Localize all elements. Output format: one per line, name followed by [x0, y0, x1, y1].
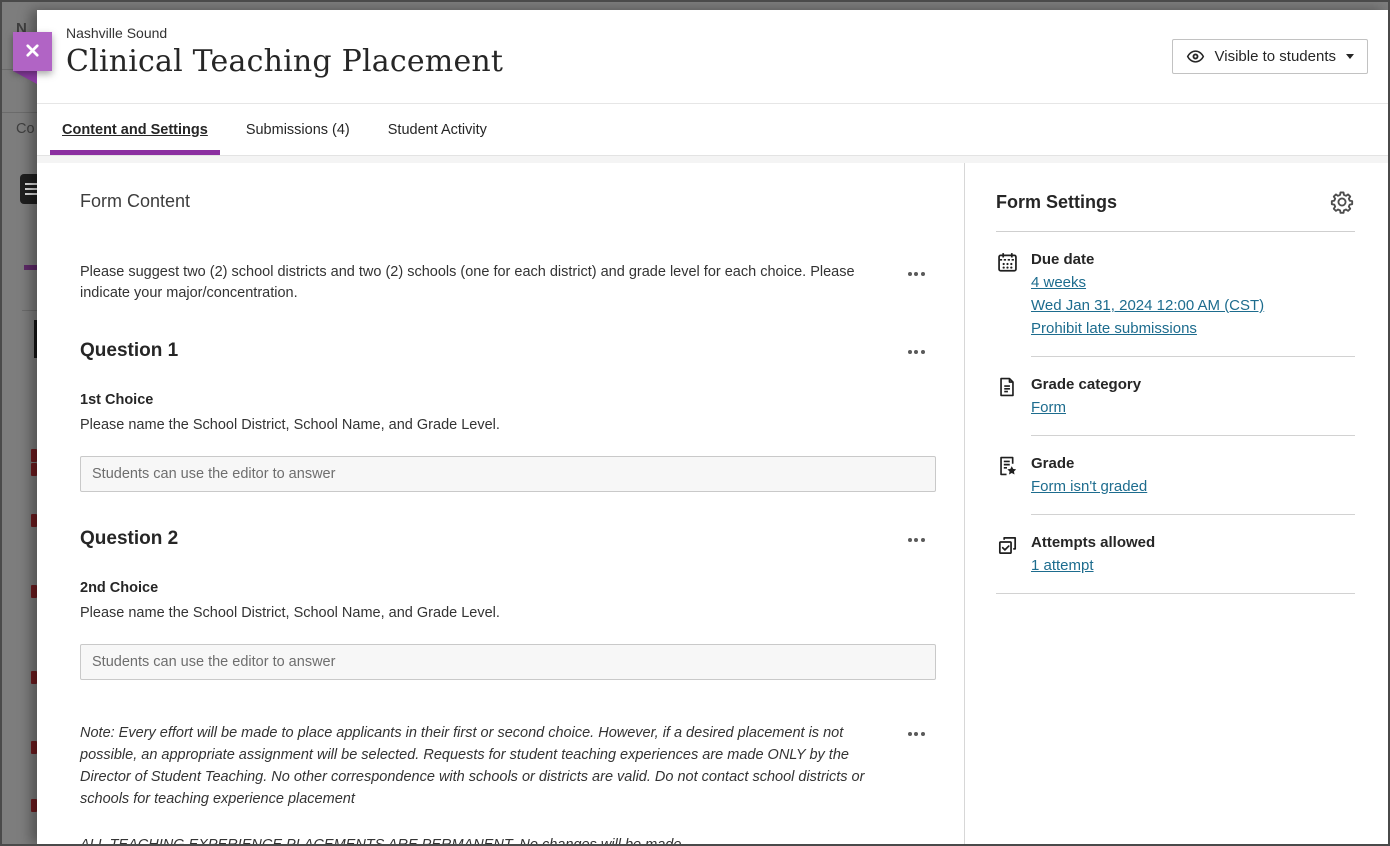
note-footer-text: ALL TEACHING EXPERIENCE PLACEMENTS ARE P… — [80, 834, 874, 844]
background-divider — [2, 112, 37, 113]
screen: N Co Nashville Sound Clinical Teaching P… — [0, 0, 1390, 846]
tab-submissions[interactable]: Submissions (4) — [234, 104, 362, 155]
question-1-answer-editor[interactable] — [80, 456, 936, 492]
question-2-header: Question 2 — [80, 528, 936, 550]
calendar-icon — [996, 250, 1031, 279]
due-date-label: Due date — [1031, 251, 1095, 268]
close-button-ribbon-fold — [13, 71, 37, 84]
tab-bar: Content and Settings Submissions (4) Stu… — [37, 104, 1388, 156]
attempts-allowed-link[interactable]: 1 attempt — [1031, 556, 1094, 575]
due-date-relative-link[interactable]: 4 weeks — [1031, 273, 1086, 292]
question-1-description: Please name the School District, School … — [80, 417, 500, 433]
note-options-button[interactable] — [896, 724, 936, 744]
gear-icon — [1329, 191, 1355, 218]
visibility-label: Visible to students — [1214, 48, 1336, 65]
form-settings-title: Form Settings — [996, 191, 1118, 212]
grade-category-link[interactable]: Form — [1031, 398, 1066, 417]
question-2-description: Please name the School District, School … — [80, 605, 500, 621]
background-nav-fragment: Co — [16, 121, 35, 137]
setting-due-date: Due date 4 weeks Wed Jan 31, 2024 12:00 … — [996, 232, 1355, 357]
panel-header: Nashville Sound Clinical Teaching Placem… — [37, 10, 1388, 104]
question-1-header: Question 1 — [80, 340, 936, 362]
attempts-allowed-label: Attempts allowed — [1031, 534, 1156, 551]
question-2-title: Question 2 — [80, 528, 179, 549]
form-settings-panel: Form Settings Due date 4 weeks Wed Jan 3… — [965, 163, 1388, 844]
form-settings-gear-button[interactable] — [1329, 189, 1355, 215]
close-icon — [23, 41, 42, 63]
question-1-options-button[interactable] — [896, 342, 936, 362]
eye-icon — [1186, 47, 1205, 66]
document-star-icon — [996, 454, 1031, 482]
attempts-check-icon — [996, 533, 1031, 562]
form-editor-panel: Nashville Sound Clinical Teaching Placem… — [13, 10, 1388, 844]
setting-attempts-allowed: Attempts allowed 1 attempt — [996, 515, 1355, 594]
background-divider — [22, 310, 37, 311]
intro-options-button[interactable] — [896, 264, 936, 284]
note-text-block: Note: Every effort will be made to place… — [80, 722, 936, 844]
intro-text-block: Please suggest two (2) school districts … — [80, 262, 936, 304]
form-content-column: Form Content Please suggest two (2) scho… — [37, 163, 965, 844]
background-accent-bar — [24, 265, 37, 270]
close-panel-button[interactable] — [13, 32, 52, 71]
tab-content-and-settings[interactable]: Content and Settings — [50, 104, 220, 155]
visibility-dropdown-button[interactable]: Visible to students — [1171, 39, 1368, 74]
grade-value-link[interactable]: Form isn't graded — [1031, 477, 1147, 496]
prohibit-late-submissions-link[interactable]: Prohibit late submissions — [1031, 319, 1197, 338]
chevron-down-icon — [1346, 54, 1354, 59]
tab-student-activity[interactable]: Student Activity — [376, 104, 499, 155]
tab-bar-shadow — [37, 156, 1388, 163]
setting-grade-category: Grade category Form — [996, 357, 1355, 436]
intro-text: Please suggest two (2) school districts … — [80, 264, 855, 301]
question-1-choice-label: 1st Choice — [80, 392, 154, 408]
form-content-heading: Form Content — [80, 191, 191, 211]
question-1-title: Question 1 — [80, 340, 179, 361]
setting-grade: Grade Form isn't graded — [996, 436, 1355, 515]
due-date-value-link[interactable]: Wed Jan 31, 2024 12:00 AM (CST) — [1031, 296, 1264, 315]
note-text: Note: Every effort will be made to place… — [80, 725, 865, 807]
question-2-choice-label: 2nd Choice — [80, 580, 159, 596]
document-icon — [996, 375, 1031, 403]
question-2-answer-editor[interactable] — [80, 644, 936, 680]
question-2-options-button[interactable] — [896, 530, 936, 550]
grade-label: Grade — [1031, 455, 1075, 472]
grade-category-label: Grade category — [1031, 376, 1142, 393]
